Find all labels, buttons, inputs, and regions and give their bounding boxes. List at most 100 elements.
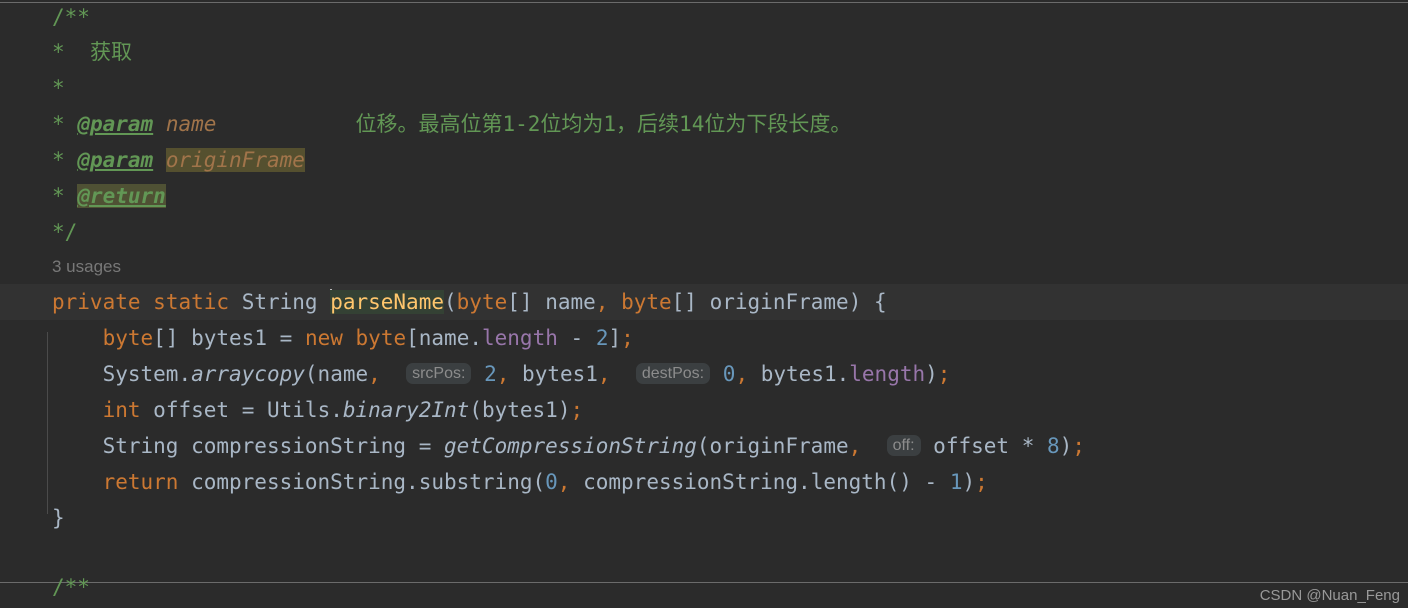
param1-type: byte bbox=[456, 290, 508, 314]
code-line-arraycopy[interactable]: System.arraycopy(name, srcPos: 2, bytes1… bbox=[0, 356, 1408, 392]
parens: () bbox=[886, 470, 912, 494]
rparen: ) bbox=[962, 470, 976, 494]
method-name-parsename[interactable]: parseName bbox=[330, 290, 444, 314]
type-string: String bbox=[102, 434, 179, 458]
code-line-method-signature[interactable]: private static String parseName(byte[] n… bbox=[0, 284, 1408, 320]
semicolon: ; bbox=[937, 362, 951, 386]
dot: . bbox=[406, 470, 419, 494]
code-line-javadoc-param1[interactable]: * @param name 位移。最高位第1-2位均为1，后续14位为下段长度。 bbox=[0, 106, 1408, 142]
number-0: 0 bbox=[545, 470, 558, 494]
method-arraycopy: arraycopy bbox=[191, 362, 305, 386]
assign-op: = bbox=[279, 326, 293, 350]
javadoc-param-name-highlighted: originFrame bbox=[165, 148, 305, 172]
param2-type: byte bbox=[621, 290, 672, 314]
code-line-javadoc-blank[interactable]: * bbox=[0, 70, 1408, 106]
javadoc-open: /** bbox=[52, 5, 90, 29]
javadoc-param-tag[interactable]: @param bbox=[77, 148, 153, 172]
code-line-javadoc-return[interactable]: * @return bbox=[0, 178, 1408, 214]
code-line-javadoc-close[interactable]: */ bbox=[0, 214, 1408, 250]
javadoc-star: * bbox=[52, 184, 65, 208]
code-line-javadoc-param2[interactable]: * @param originFrame bbox=[0, 142, 1408, 178]
javadoc-star: * bbox=[52, 148, 65, 172]
param2-brackets: [] bbox=[671, 290, 697, 314]
field-length: length bbox=[482, 326, 558, 350]
method-substring: substring bbox=[418, 470, 533, 494]
javadoc-return-tag[interactable]: @return bbox=[77, 184, 166, 208]
code-content[interactable]: /** * 获取 * * @param name 位移。最高位第1-2位均为1，… bbox=[0, 0, 1408, 599]
arg-offset: offset bbox=[933, 434, 1010, 458]
code-line-offset-decl[interactable]: int offset = Utils.binary2Int(bytes1); bbox=[0, 392, 1408, 428]
inlay-hint-off[interactable]: off: bbox=[886, 435, 921, 456]
method-getcompressionstring: getCompressionString bbox=[444, 434, 697, 458]
inlay-hint-destpos[interactable]: destPos: bbox=[635, 363, 711, 384]
inlay-hint-srcpos[interactable]: srcPos: bbox=[406, 363, 472, 384]
arg-bytes1: bytes1 bbox=[481, 398, 558, 422]
javadoc-summary-text: 获取 bbox=[89, 40, 132, 64]
comma: , bbox=[735, 362, 749, 386]
new-type-byte: byte bbox=[355, 326, 407, 350]
number-2: 2 bbox=[595, 326, 609, 350]
dot: . bbox=[469, 326, 482, 350]
usages-inlay-hint[interactable]: 3 usages bbox=[0, 250, 1408, 284]
arg-name: name bbox=[317, 362, 369, 386]
javadoc-star: * bbox=[52, 40, 65, 64]
code-line-return[interactable]: return compressionString.substring(0, co… bbox=[0, 464, 1408, 500]
semicolon: ; bbox=[1072, 434, 1085, 458]
code-line-bytes1-decl[interactable]: byte[] bytes1 = new byte[name.length - 2… bbox=[0, 320, 1408, 356]
number-8: 8 bbox=[1047, 434, 1060, 458]
field-length: length bbox=[849, 362, 926, 386]
code-line-javadoc-open[interactable]: /** bbox=[0, 0, 1408, 34]
javadoc-param-tag[interactable]: @param bbox=[77, 112, 153, 136]
code-line-close-brace[interactable]: } bbox=[0, 500, 1408, 536]
javadoc-close: */ bbox=[52, 220, 78, 244]
lparen: ( bbox=[532, 470, 546, 494]
var-bytes1: bytes1 bbox=[191, 326, 267, 350]
javadoc-spacer bbox=[65, 40, 90, 64]
var-offset: offset bbox=[153, 398, 230, 422]
csdn-watermark: CSDN @Nuan_Feng bbox=[1259, 587, 1400, 604]
semicolon: ; bbox=[570, 398, 584, 422]
code-editor[interactable]: /** * 获取 * * @param name 位移。最高位第1-2位均为1，… bbox=[0, 0, 1408, 608]
code-line-javadoc-summary[interactable]: * 获取 bbox=[0, 34, 1408, 70]
keyword-new: new bbox=[304, 326, 343, 350]
code-line-compressionstring-decl[interactable]: String compressionString = getCompressio… bbox=[0, 428, 1408, 464]
close-brace: } bbox=[52, 506, 65, 530]
rparen: ) bbox=[925, 362, 938, 386]
keyword-return: return bbox=[102, 470, 179, 494]
lparen: ( bbox=[304, 362, 318, 386]
code-line-blank[interactable] bbox=[0, 536, 1408, 572]
var-compressionstring: compressionString bbox=[191, 434, 407, 458]
rbracket: ] bbox=[608, 326, 622, 350]
open-paren: ( bbox=[444, 290, 457, 314]
comma: , bbox=[848, 434, 862, 458]
class-system: System bbox=[102, 362, 179, 386]
semicolon: ; bbox=[621, 326, 634, 350]
code-line-next-javadoc-open[interactable]: /** bbox=[0, 572, 1408, 599]
